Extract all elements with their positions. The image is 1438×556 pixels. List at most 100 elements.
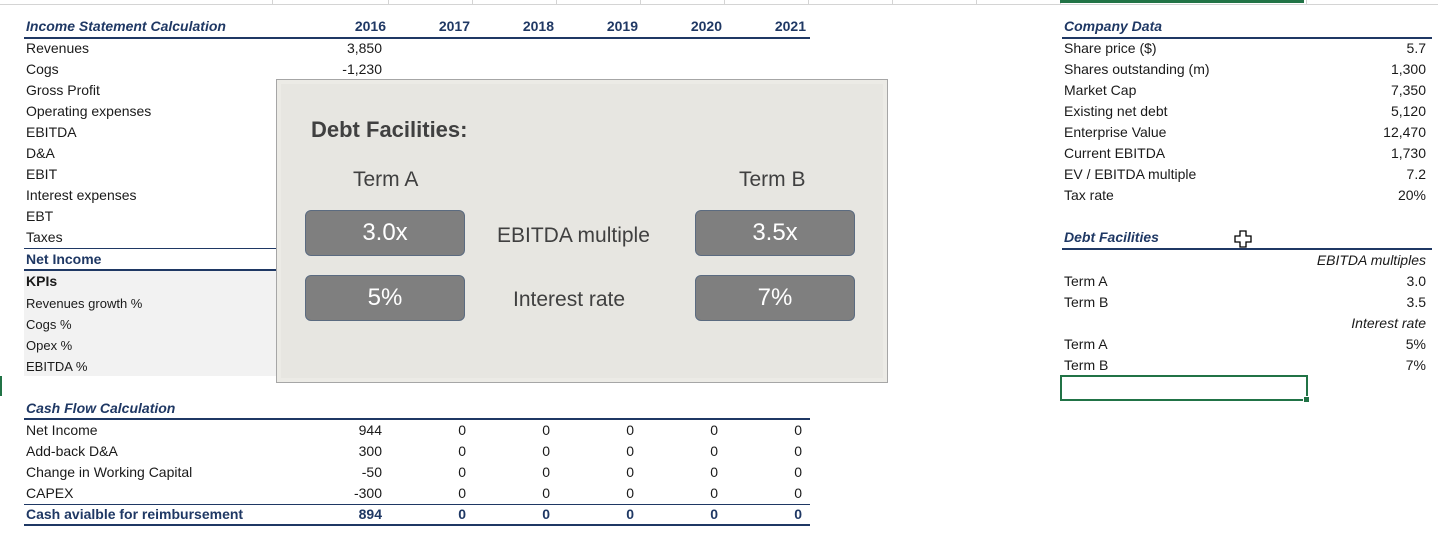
company-row-label[interactable]: Tax rate [1064, 185, 1114, 206]
cashflow-value[interactable]: 0 [414, 462, 466, 483]
selected-cell[interactable] [1060, 375, 1310, 403]
cashflow-value[interactable]: 0 [582, 441, 634, 462]
income-row-label[interactable]: EBIT [26, 164, 57, 185]
cashflow-value[interactable]: 0 [666, 441, 718, 462]
company-row-label[interactable]: Existing net debt [1064, 101, 1168, 122]
income-row-label[interactable]: Taxes [26, 227, 63, 248]
cashflow-value[interactable]: 0 [750, 462, 802, 483]
cashflow-value[interactable]: 0 [414, 483, 466, 504]
cashflow-value[interactable]: 0 [666, 483, 718, 504]
income-row-label[interactable]: Gross Profit [26, 80, 100, 101]
panel-title: Debt Facilities: [311, 117, 468, 142]
facility-rate-label[interactable]: Term B [1064, 355, 1108, 376]
company-row-value[interactable]: 5,120 [1330, 101, 1426, 122]
cashflow-value[interactable]: 0 [498, 483, 550, 504]
cashflow-row-label[interactable]: CAPEX [26, 483, 73, 504]
year-header-2020: 2020 [690, 18, 722, 34]
cashflow-value[interactable]: 300 [330, 441, 382, 462]
cashflow-total-value[interactable]: 0 [750, 504, 802, 525]
cashflow-value[interactable]: -300 [330, 483, 382, 504]
income-row-label[interactable]: EBT [26, 206, 53, 227]
cashflow-value[interactable]: 944 [330, 420, 382, 441]
selected-row-indicator [0, 376, 2, 396]
term-b-rate-box[interactable]: 7% [695, 275, 855, 321]
kpi-label[interactable]: Opex % [26, 335, 72, 356]
debt-facilities-panel[interactable]: Debt Facilities: Term A Term B 3.0x EBIT… [276, 79, 888, 383]
income-row-label[interactable]: Revenues [26, 38, 89, 59]
ebitda-multiple-label: EBITDA multiple [497, 224, 650, 247]
year-header-2016: 2016 [354, 18, 386, 34]
facility-rate-value[interactable]: 7% [1330, 355, 1426, 376]
company-row-value[interactable]: 7.2 [1330, 164, 1426, 185]
cashflow-value[interactable]: 0 [666, 420, 718, 441]
facility-multiple-label[interactable]: Term A [1064, 271, 1108, 292]
kpi-label[interactable]: Revenues growth % [26, 293, 142, 314]
kpi-title[interactable]: KPIs [26, 271, 57, 292]
rate-header: Interest rate [1351, 315, 1426, 331]
cashflow-value[interactable]: 0 [582, 420, 634, 441]
company-row-value[interactable]: 1,730 [1330, 143, 1426, 164]
income-row-label[interactable]: Cogs [26, 59, 59, 80]
facility-multiple-label[interactable]: Term B [1064, 292, 1108, 313]
company-row-label[interactable]: Shares outstanding (m) [1064, 59, 1210, 80]
company-data-title: Company Data [1064, 18, 1163, 34]
company-row-label[interactable]: Enterprise Value [1064, 122, 1166, 143]
cashflow-value[interactable]: 0 [414, 441, 466, 462]
income-row-label[interactable]: Operating expenses [26, 101, 151, 122]
year-header-2019: 2019 [606, 18, 638, 34]
cashflow-total-value[interactable]: 0 [414, 504, 466, 525]
kpi-label[interactable]: Cogs % [26, 314, 72, 335]
cashflow-value[interactable]: 0 [750, 420, 802, 441]
company-row-value[interactable]: 12,470 [1330, 122, 1426, 143]
term-a-header: Term A [353, 168, 419, 191]
cashflow-row-label[interactable]: Add-back D&A [26, 441, 118, 462]
cashflow-total-value[interactable]: 894 [330, 504, 382, 525]
income-row-value[interactable]: -1,230 [300, 59, 382, 79]
cashflow-value[interactable]: 0 [750, 441, 802, 462]
cashflow-total-rule-bottom [24, 524, 810, 526]
cashflow-value[interactable]: 0 [582, 483, 634, 504]
fill-handle[interactable] [1303, 396, 1310, 403]
kpi-label[interactable]: EBITDA % [26, 356, 87, 377]
company-row-value[interactable]: 20% [1330, 185, 1426, 206]
company-row-label[interactable]: EV / EBITDA multiple [1064, 164, 1196, 185]
cashflow-value[interactable]: 0 [750, 483, 802, 504]
term-a-multiple-box[interactable]: 3.0x [305, 210, 465, 256]
facility-multiple-value[interactable]: 3.0 [1330, 271, 1426, 292]
cashflow-value[interactable]: 0 [498, 441, 550, 462]
cashflow-row-label[interactable]: Change in Working Capital [26, 462, 192, 483]
facility-multiple-value[interactable]: 3.5 [1330, 292, 1426, 313]
debt-facilities-title: Debt Facilities [1064, 229, 1159, 245]
cashflow-total-value[interactable]: 0 [582, 504, 634, 525]
company-row-value[interactable]: 1,300 [1330, 59, 1426, 80]
cashflow-row-label[interactable]: Net Income [26, 420, 98, 441]
income-row-value[interactable]: 3,850 [300, 38, 382, 59]
term-a-rate-box[interactable]: 5% [305, 275, 465, 321]
cashflow-value[interactable]: 0 [498, 420, 550, 441]
net-income-label[interactable]: Net Income [26, 249, 101, 270]
company-row-label[interactable]: Share price ($) [1064, 38, 1157, 59]
cashflow-total-label[interactable]: Cash avialble for reimbursement [26, 504, 243, 525]
cell-cursor-icon [1234, 230, 1252, 248]
facility-rate-label[interactable]: Term A [1064, 334, 1108, 355]
cashflow-value[interactable]: 0 [582, 462, 634, 483]
term-b-multiple-box[interactable]: 3.5x [695, 210, 855, 256]
cashflow-value[interactable]: -50 [330, 462, 382, 483]
company-row-label[interactable]: Market Cap [1064, 80, 1136, 101]
facility-rate-value[interactable]: 5% [1330, 334, 1426, 355]
cashflow-total-value[interactable]: 0 [498, 504, 550, 525]
cashflow-value[interactable]: 0 [414, 420, 466, 441]
cashflow-value[interactable]: 0 [498, 462, 550, 483]
term-b-header: Term B [739, 168, 806, 191]
income-row-label[interactable]: D&A [26, 143, 55, 164]
cashflow-value[interactable]: 0 [666, 462, 718, 483]
cashflow-title: Cash Flow Calculation [26, 400, 176, 416]
company-row-value[interactable]: 5.7 [1330, 38, 1426, 59]
income-statement-title: Income Statement Calculation [26, 18, 226, 34]
company-row-value[interactable]: 7,350 [1330, 80, 1426, 101]
income-row-label[interactable]: Interest expenses [26, 185, 137, 206]
year-header-2021: 2021 [774, 18, 806, 34]
cashflow-total-value[interactable]: 0 [666, 504, 718, 525]
company-row-label[interactable]: Current EBITDA [1064, 143, 1165, 164]
income-row-label[interactable]: EBITDA [26, 122, 77, 143]
